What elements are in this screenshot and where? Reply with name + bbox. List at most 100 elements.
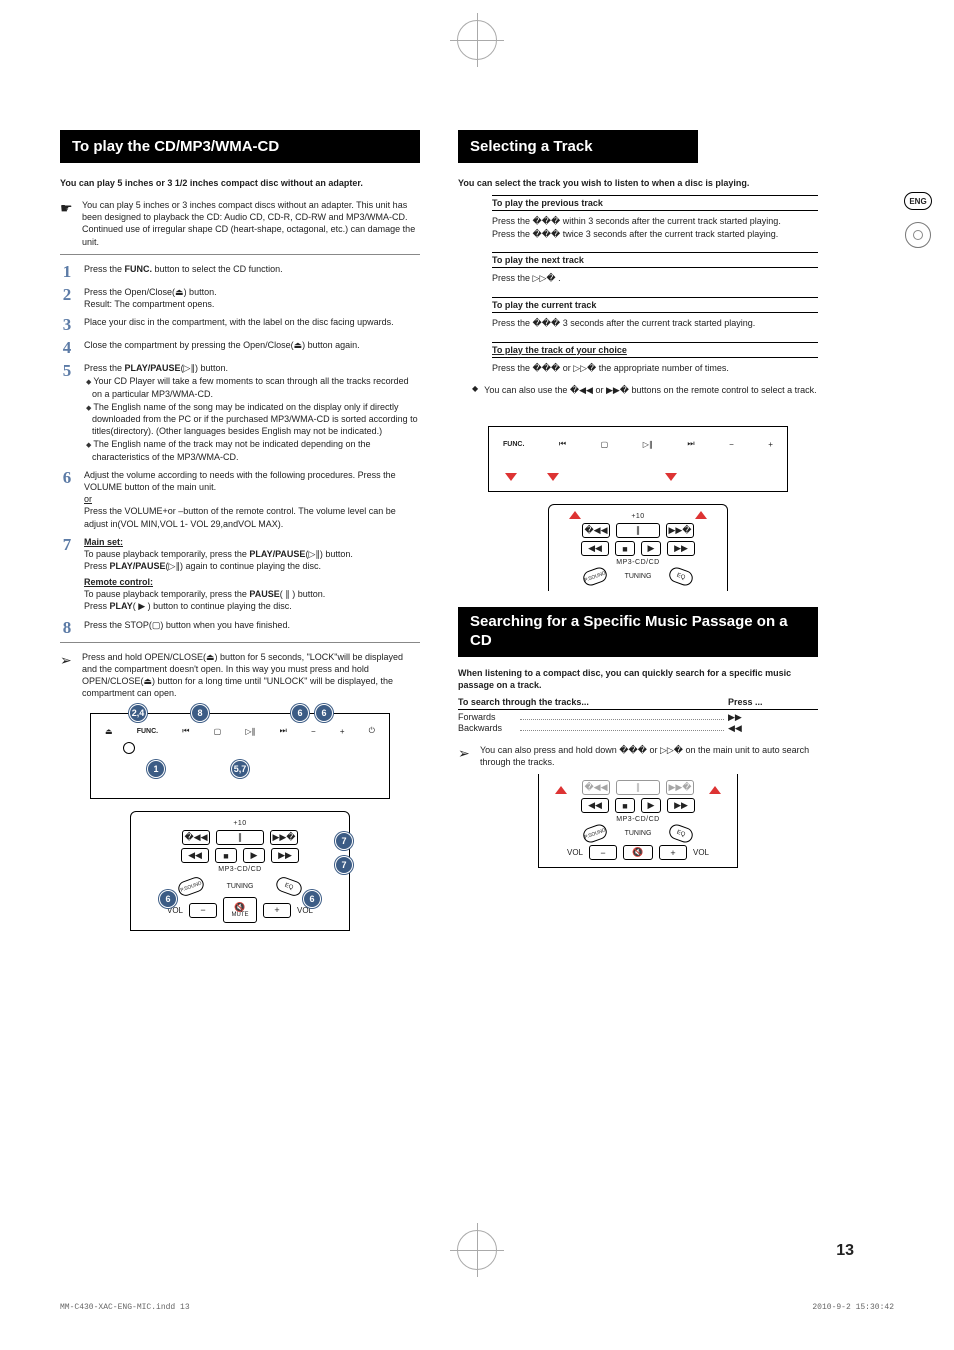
print-footer: MM-C430-XAC-ENG-MIC.indd 13 2010-9-2 15:…: [60, 1303, 894, 1312]
play-pause-icon: ▷∥: [643, 440, 653, 449]
next-track-button: ▶▶�: [270, 830, 298, 845]
prev-icon: ⏮: [182, 726, 189, 736]
next-track-button: ▶▶�: [666, 523, 694, 538]
vol-minus: −: [311, 727, 316, 736]
intro-text: You can play 5 inches or 3 1/2 inches co…: [60, 177, 420, 189]
step-3: 3 Place your disc in the compartment, wi…: [60, 316, 420, 333]
callout-6: 6: [291, 704, 309, 722]
eject-icon: ⏏: [294, 340, 303, 350]
main-unit-diagram: FUNC. ⏮ ▢ ▷∥ ⏭ − +: [488, 426, 788, 492]
dotted-leader: [520, 712, 724, 720]
pause-button: ∥: [216, 830, 264, 845]
section-choice: To play the track of your choice Press t…: [492, 342, 818, 381]
forward-button: ▶▶: [667, 541, 695, 556]
note-block: ☛ You can play 5 inches or 3 inches comp…: [60, 199, 420, 248]
plus10-label: +10: [139, 820, 341, 827]
tuning-label: TUNING: [210, 883, 270, 890]
step-number: 2: [60, 286, 74, 310]
callout-2-4: 2,4: [129, 704, 147, 722]
heading-searching: Searching for a Specific Music Passage o…: [458, 607, 818, 657]
eq-button: EQ: [667, 566, 695, 588]
prev-track-button: �◀◀: [582, 523, 610, 538]
prev-track-button: �◀◀: [582, 780, 610, 795]
forward-button: ▶▶: [271, 848, 299, 863]
pointer-icon: [695, 511, 707, 519]
divider: [60, 642, 420, 643]
next-icon: ⏭: [280, 726, 287, 736]
callout-1: 1: [147, 760, 165, 778]
pointer-icon: [505, 473, 517, 481]
tuning-label: TUNING: [613, 573, 663, 580]
eq-button: EQ: [667, 823, 695, 845]
stop-icon: ▢: [214, 727, 222, 736]
vol-down-button: −: [189, 903, 217, 918]
mp3-label: MP3-CD/CD: [557, 559, 719, 566]
psound-button: P.SOUND: [581, 566, 609, 588]
callout-8: 8: [191, 704, 209, 722]
heading-selecting-track: Selecting a Track: [458, 130, 698, 163]
vol-plus: +: [340, 727, 345, 736]
section-current: To play the current track Press the ��� …: [492, 297, 818, 336]
remote-diagram: +10 �◀◀ ∥ ▶▶� ◀◀ ■ ▶ ▶▶ MP3-CD/CD P.SOUN…: [548, 504, 728, 591]
tuning-label: TUNING: [613, 830, 663, 837]
callout-6: 6: [303, 890, 321, 908]
dotted-leader: [520, 723, 724, 731]
right-column: Selecting a Track You can select the tra…: [458, 130, 818, 931]
diamond-icon: ◆: [472, 384, 478, 396]
arrow-icon: ➢: [458, 744, 474, 768]
eq-button: EQ: [274, 875, 304, 898]
step-number: 6: [60, 469, 74, 530]
language-tab: ENG: [904, 192, 932, 210]
mute-button: 🔇: [623, 845, 653, 860]
pointer-icon: [709, 786, 721, 794]
callout-7: 7: [335, 856, 353, 874]
vol-up-button: +: [659, 845, 687, 860]
vol-down-button: −: [589, 845, 617, 860]
power-icon: ⏻: [369, 726, 375, 736]
hand-icon: ☛: [60, 199, 76, 248]
eject-icon: ⏏: [105, 727, 113, 736]
remote-diagram: +10 �◀◀ ∥ ▶▶� ◀◀ ■ ▶ ▶▶ MP3-CD/CD P.SOUN…: [130, 811, 350, 931]
heading-play-cd: To play the CD/MP3/WMA-CD: [60, 130, 420, 163]
stop-button: ■: [215, 848, 237, 863]
pause-button: ∥: [616, 523, 660, 538]
step-number: 3: [60, 316, 74, 333]
note-2: Continued use of irregular shape CD (hea…: [82, 224, 415, 246]
pointer-icon: [555, 786, 567, 794]
next-icon: ⏭: [687, 439, 694, 449]
step-8: 8 Press the STOP(▢) button when you have…: [60, 619, 420, 636]
mute-icon: 🔇: [234, 903, 245, 912]
search-intro: When listening to a compact disc, you ca…: [458, 667, 818, 691]
mute-icon: 🔇: [632, 847, 643, 858]
tip-row: ➢ Press and hold OPEN/CLOSE(⏏) button fo…: [60, 651, 420, 700]
func-label: FUNC.: [137, 728, 158, 735]
step-number: 1: [60, 263, 74, 280]
func-label: FUNC.: [503, 441, 524, 448]
callout-6: 6: [315, 704, 333, 722]
footer-file: MM-C430-XAC-ENG-MIC.indd 13: [60, 1303, 190, 1312]
mute-button: 🔇 MUTE: [223, 897, 257, 923]
stop-icon: ▢: [601, 440, 609, 449]
play-button: ▶: [243, 848, 265, 863]
step-number: 7: [60, 536, 74, 613]
dot-icon: [123, 742, 135, 754]
step-number: 4: [60, 339, 74, 356]
vol-minus: −: [729, 440, 734, 449]
prev-track-button: �◀◀: [182, 830, 210, 845]
vol-up-button: +: [263, 903, 291, 918]
mp3-label: MP3-CD/CD: [139, 866, 341, 873]
remote-diagram-bottom: �◀◀ ∥ ▶▶� ◀◀ ■ ▶ ▶▶ MP3-CD/CD P.SOUND TU…: [538, 774, 738, 868]
tip-row: ◆ You can also use the �◀◀ or ▶▶� button…: [472, 384, 818, 396]
forward-icon: ▶▶: [728, 712, 818, 723]
psound-button: P.SOUND: [581, 823, 609, 845]
search-table: To search through the tracks... Press ..…: [458, 697, 818, 734]
callout-6: 6: [159, 890, 177, 908]
rewind-button: ◀◀: [581, 798, 609, 813]
step-6: 6 Adjust the volume according to needs w…: [60, 469, 420, 530]
callout-7: 7: [335, 832, 353, 850]
step-number: 8: [60, 619, 74, 636]
section-previous: To play the previous track Press the ���…: [492, 195, 818, 246]
section-next: To play the next track Press the ▷▷� .: [492, 252, 818, 291]
page-number: 13: [836, 1242, 854, 1260]
forward-button: ▶▶: [667, 798, 695, 813]
